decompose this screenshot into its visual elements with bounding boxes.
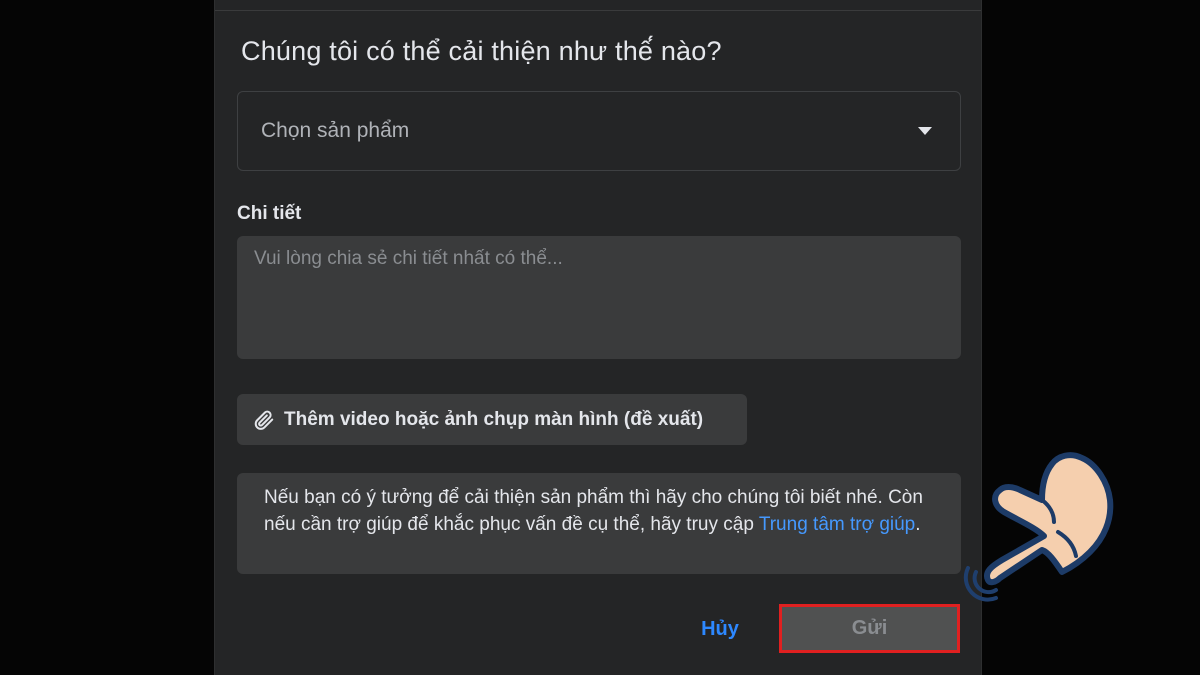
feedback-dialog: Chúng tôi có thể cải thiện như thế́ nào?… — [214, 0, 982, 675]
info-box: Nếu bạn có ý tưởng để cải thiện sản phẩm… — [237, 473, 961, 574]
help-center-link[interactable]: Trung tâm trợ giúp — [759, 514, 915, 535]
product-select-value: Chọn sản phẩm — [261, 119, 410, 142]
dialog-title: Chúng tôi có thể cải thiện như thế́ nào? — [241, 36, 722, 66]
paperclip-icon — [253, 409, 275, 431]
submit-button[interactable]: Gửi — [779, 604, 960, 653]
details-label: Chi tiết — [237, 203, 302, 224]
dialog-divider — [215, 10, 981, 11]
pointing-hand-icon — [958, 440, 1128, 610]
cancel-button[interactable]: Hủy — [685, 605, 755, 653]
attach-media-button[interactable]: Thêm video hoặc ảnh chụp màn hình (đề xu… — [237, 394, 747, 445]
details-textarea[interactable] — [237, 236, 961, 359]
product-select[interactable]: Chọn sản phẩm — [237, 91, 961, 171]
info-suffix: . — [915, 514, 921, 535]
caret-down-icon — [918, 127, 932, 135]
screen: Chúng tôi có thể cải thiện như thế́ nào?… — [0, 0, 1200, 675]
attach-media-label: Thêm video hoặc ảnh chụp màn hình (đề xu… — [284, 408, 704, 430]
